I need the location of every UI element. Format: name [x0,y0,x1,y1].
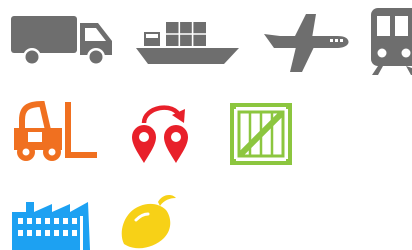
cargo-ship-icon [136,18,240,66]
forklift-icon [10,100,100,162]
airplane-icon [260,14,352,74]
train-icon [368,8,412,76]
factory-icon [12,198,92,250]
route-pins-icon [130,99,192,165]
wooden-crate-icon [230,103,292,165]
truck-icon [10,13,114,67]
icon-grid [0,0,412,250]
lemon-icon [118,194,184,250]
